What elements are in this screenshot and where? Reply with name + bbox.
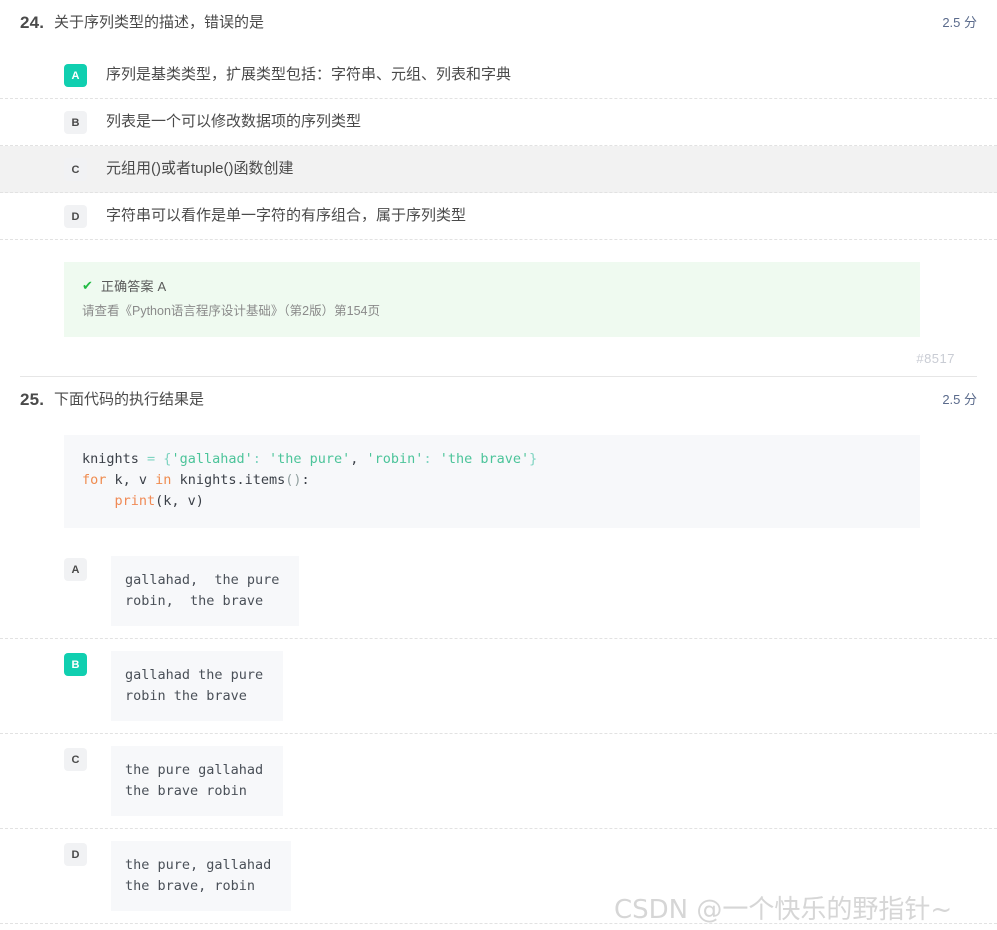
question-block-25: 25. 下面代码的执行结果是 2.5 分 knights = {'gallaha…	[0, 377, 997, 930]
option-badge-d[interactable]: D	[64, 205, 87, 228]
option-row-a[interactable]: A gallahad, the pure robin, the brave	[0, 544, 997, 639]
option-row-b[interactable]: B gallahad the pure robin the brave	[0, 639, 997, 734]
option-text-d: 字符串可以看作是单一字符的有序组合，属于序列类型	[106, 207, 467, 224]
question-title: 关于序列类型的描述，错误的是	[54, 14, 265, 31]
question-block-24: 24. 关于序列类型的描述，错误的是 2.5 分 A 序列是基类类型，扩展类型包…	[0, 0, 997, 376]
option-badge-b[interactable]: B	[64, 653, 87, 676]
question-score: 2.5 分	[942, 15, 977, 30]
option-text-a: gallahad, the pure robin, the brave	[111, 556, 300, 626]
option-row-c[interactable]: C the pure gallahad the brave robin	[0, 734, 997, 829]
answer-panel-24: ✔ 正确答案 A 请查看《Python语言程序设计基础》（第2版）第154页	[64, 262, 920, 337]
option-row-a[interactable]: A 序列是基类类型，扩展类型包括：字符串、元组、列表和字典	[0, 52, 997, 99]
answer-label: 正确答案 A	[100, 279, 167, 294]
option-badge-c[interactable]: C	[64, 748, 87, 771]
option-badge-d[interactable]: D	[64, 843, 87, 866]
option-list: A 序列是基类类型，扩展类型包括：字符串、元组、列表和字典 B 列表是一个可以修…	[0, 52, 997, 240]
option-badge-a[interactable]: A	[64, 558, 87, 581]
code-snippet: knights = {'gallahad': 'the pure', 'robi…	[64, 435, 920, 528]
question-title: 下面代码的执行结果是	[54, 391, 205, 408]
option-row-c[interactable]: C 元组用()或者tuple()函数创建	[0, 146, 997, 193]
question-number: 25.	[20, 390, 45, 409]
answer-line: ✔ 正确答案 A	[82, 276, 902, 295]
question-header: 25. 下面代码的执行结果是 2.5 分	[20, 377, 977, 413]
option-list: A gallahad, the pure robin, the brave B …	[0, 544, 997, 924]
option-row-b[interactable]: B 列表是一个可以修改数据项的序列类型	[0, 99, 997, 146]
option-text-b: gallahad the pure robin the brave	[111, 651, 284, 721]
question-id-24: #8517	[916, 351, 955, 366]
check-icon: ✔	[82, 278, 93, 293]
option-badge-a[interactable]: A	[64, 64, 87, 87]
option-text-c: 元组用()或者tuple()函数创建	[106, 160, 294, 177]
option-row-d[interactable]: D the pure, gallahad the brave, robin	[0, 829, 997, 924]
option-badge-c[interactable]: C	[64, 158, 87, 181]
option-text-d: the pure, gallahad the brave, robin	[111, 841, 292, 911]
exam-review-page: 24. 关于序列类型的描述，错误的是 2.5 分 A 序列是基类类型，扩展类型包…	[0, 0, 997, 930]
option-text-c: the pure gallahad the brave robin	[111, 746, 284, 816]
option-text-a: 序列是基类类型，扩展类型包括：字符串、元组、列表和字典	[106, 66, 512, 83]
question-score: 2.5 分	[942, 392, 977, 407]
option-badge-b[interactable]: B	[64, 111, 87, 134]
answer-note: 请查看《Python语言程序设计基础》（第2版）第154页	[82, 304, 380, 318]
option-text-b: 列表是一个可以修改数据项的序列类型	[106, 113, 362, 130]
option-row-d[interactable]: D 字符串可以看作是单一字符的有序组合，属于序列类型	[0, 193, 997, 240]
question-header: 24. 关于序列类型的描述，错误的是 2.5 分	[20, 0, 977, 36]
question-number: 24.	[20, 13, 45, 32]
